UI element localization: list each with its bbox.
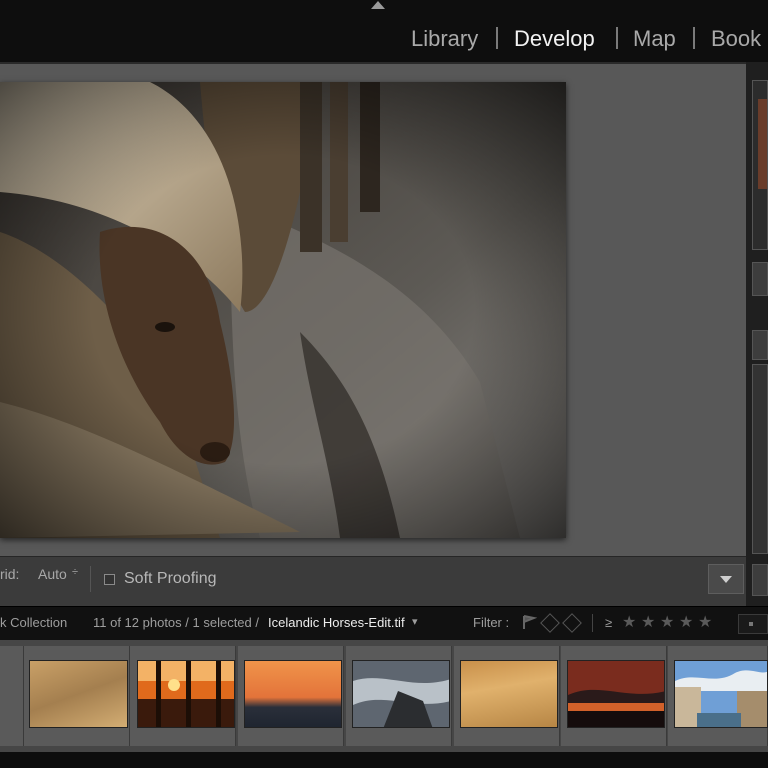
module-separator (693, 27, 695, 49)
filmstrip-thumbnail[interactable] (674, 660, 768, 728)
filmstrip-photo-count: 11 of 12 photos / 1 selected / (93, 615, 259, 630)
filmstrip-thumbnail[interactable] (460, 660, 558, 728)
color-filter-dot-icon (749, 622, 753, 626)
module-map[interactable]: Map (633, 26, 676, 52)
module-separator (616, 27, 618, 49)
soft-proofing-label[interactable]: Soft Proofing (124, 570, 217, 588)
filmstrip-filename[interactable]: Icelandic Horses-Edit.tif (268, 615, 405, 630)
star-icon[interactable]: ★ (641, 612, 655, 632)
toolbar-content-dropdown[interactable] (708, 564, 744, 594)
filmstrip-thumbnail[interactable] (567, 660, 665, 728)
histogram-panel (752, 80, 768, 250)
module-develop[interactable]: Develop (514, 26, 595, 52)
module-separator (496, 27, 498, 49)
grid-overlay-stepper-icon[interactable]: ÷ (72, 566, 78, 578)
histogram-preview (758, 99, 767, 189)
panel-section[interactable] (752, 262, 768, 296)
photo-image (0, 82, 566, 538)
rating-operator[interactable]: ≥ (605, 615, 612, 630)
filmstrip-thumbnail[interactable] (352, 660, 450, 728)
color-label-filter[interactable] (738, 614, 768, 634)
panel-section[interactable] (752, 330, 768, 360)
main-photo-horses[interactable] (0, 82, 566, 538)
panel-collapse-arrow-icon[interactable] (371, 1, 385, 9)
soft-proofing-checkbox[interactable] (104, 574, 115, 585)
panel-section[interactable] (752, 364, 768, 554)
module-book[interactable]: Book (711, 26, 761, 52)
filmstrip-thumbnail[interactable] (137, 660, 235, 728)
star-icon[interactable]: ★ (622, 612, 636, 632)
panel-button[interactable] (752, 564, 768, 596)
flag-filter-icon[interactable] (521, 614, 538, 630)
star-icon[interactable]: ★ (660, 612, 674, 632)
filmstrip-cell-selected[interactable] (0, 646, 24, 746)
toolbar-divider (90, 566, 91, 592)
module-library[interactable]: Library (411, 26, 478, 52)
chevron-down-icon (720, 576, 732, 583)
filter-divider (592, 614, 593, 632)
bottom-bar (0, 752, 768, 768)
grid-overlay-label: rid: (0, 566, 20, 582)
filter-label: Filter : (473, 615, 510, 630)
star-icon[interactable]: ★ (698, 612, 712, 632)
filmstrip-thumbnail[interactable] (244, 660, 342, 728)
filmstrip-source[interactable]: k Collection (0, 615, 67, 630)
grid-overlay-select[interactable]: Auto (38, 566, 67, 582)
star-icon[interactable]: ★ (679, 612, 693, 632)
filmstrip-thumbnail[interactable] (29, 660, 128, 728)
filename-dropdown-icon[interactable]: ▾ (412, 615, 418, 628)
